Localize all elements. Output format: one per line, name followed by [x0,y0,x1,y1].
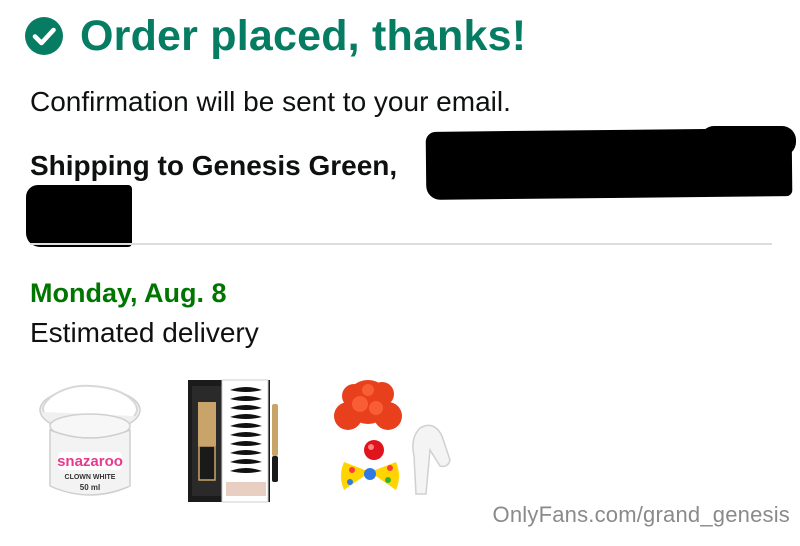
shipping-address-label: Shipping to Genesis Green, [30,150,398,181]
redacted-address-block [700,126,796,156]
delivery-label: Estimated delivery [30,317,259,348]
clown-costume-image [334,380,451,495]
redacted-address-block [26,185,132,247]
page-title: Order placed, thanks! [80,12,527,60]
face-paint-jar-image: snazaroo CLOWN WHITE 50 ml [39,384,141,496]
product-thumbnail-face-paint[interactable]: snazaroo CLOWN WHITE 50 ml [30,376,150,504]
product-brand-label: snazaroo [57,453,123,470]
product-size-label: 50 ml [80,483,100,492]
divider [30,243,772,245]
delivery-date: Monday, Aug. 8 [30,278,227,308]
order-confirmation-page: Order placed, thanks! Confirmation will … [0,0,800,546]
watermark-text: OnlyFans.com/grand_genesis [492,502,790,527]
confirmation-message: Confirmation will be sent to your email. [30,86,511,117]
product-thumbnail-clown-costume[interactable] [330,376,462,504]
eyelash-kit-image [188,379,278,503]
checkmark-circle-icon [25,17,63,55]
product-name-label: CLOWN WHITE [65,474,116,481]
order-header: Order placed, thanks! [24,10,526,62]
product-thumbnail-eyelash-kit[interactable] [186,376,306,504]
